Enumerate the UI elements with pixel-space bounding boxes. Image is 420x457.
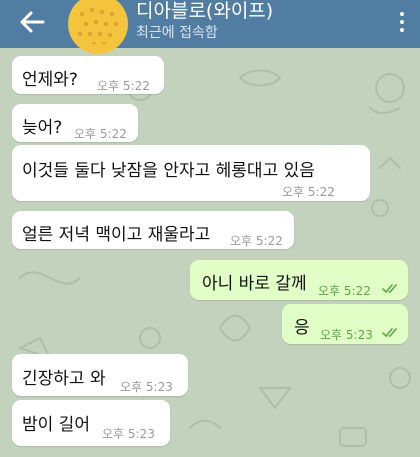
message-bubble-outgoing[interactable]: 응 오후 5:23 (282, 304, 408, 344)
message-time: 오후 5:23 (320, 328, 373, 342)
chat-header: 디아블로(와이프) 최근에 접속함 (0, 0, 420, 54)
message-text: 밤이 길어 (22, 415, 90, 435)
avatar-speech-tail (92, 44, 108, 54)
message-text: 얼른 저녁 맥이고 재울라고 (22, 225, 211, 245)
message-bubble-incoming[interactable]: 밤이 길어 오후 5:23 (12, 400, 170, 446)
message-bubble-outgoing[interactable]: 아니 바로 갈께 오후 5:22 (190, 260, 408, 300)
message-text: 이것들 둘다 낮잠을 안자고 헤롱대고 있음 (22, 161, 315, 181)
message-text: 응 (294, 318, 310, 338)
chat-title[interactable]: 디아블로(와이프) (136, 0, 273, 22)
message-text: 긴장하고 와 (22, 369, 106, 389)
message-time: 오후 5:22 (282, 185, 335, 199)
message-list[interactable]: 언제와? 오후 5:22 늦어? 오후 5:22 이것들 둘다 낮잠을 안자고 … (0, 48, 420, 457)
more-vertical-icon[interactable] (398, 12, 406, 34)
double-check-icon (382, 284, 397, 294)
chat-status: 최근에 접속함 (136, 25, 218, 41)
message-bubble-incoming[interactable]: 이것들 둘다 낮잠을 안자고 헤롱대고 있음 오후 5:22 (12, 145, 370, 201)
message-time: 오후 5:22 (318, 284, 371, 298)
arrow-left-icon[interactable] (16, 8, 48, 36)
message-bubble-incoming[interactable]: 긴장하고 와 오후 5:23 (12, 354, 188, 396)
message-time: 오후 5:23 (120, 380, 173, 394)
message-bubble-incoming[interactable]: 얼른 저녁 맥이고 재울라고 오후 5:22 (12, 211, 294, 249)
message-time: 오후 5:23 (102, 427, 155, 441)
message-text: 아니 바로 갈께 (202, 274, 307, 294)
message-bubble-incoming[interactable]: 늦어? 오후 5:22 (12, 104, 138, 142)
message-time: 오후 5:22 (97, 79, 150, 93)
message-bubble-incoming[interactable]: 언제와? 오후 5:22 (12, 56, 164, 94)
message-time: 오후 5:22 (230, 234, 283, 248)
message-time: 오후 5:22 (74, 127, 127, 141)
message-text: 늦어? (22, 118, 63, 138)
double-check-icon (382, 328, 397, 338)
message-text: 언제와? (22, 70, 78, 90)
